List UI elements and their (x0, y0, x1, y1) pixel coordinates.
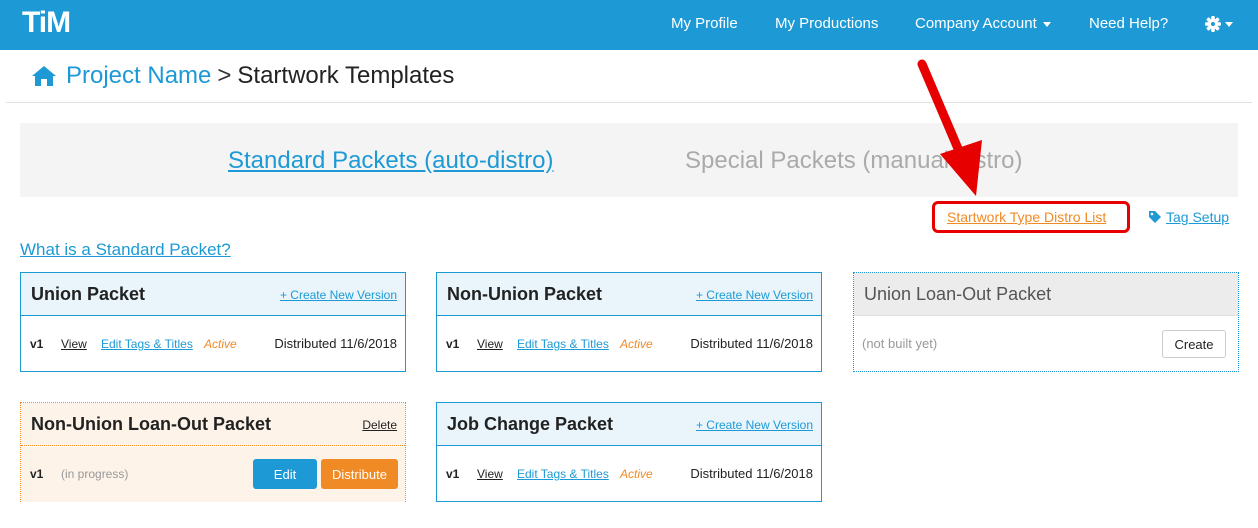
create-new-version-link[interactable]: + Create New Version (696, 288, 813, 302)
chevron-down-icon (1042, 21, 1051, 27)
packet-title: Union Packet (31, 284, 146, 304)
packet-title: Non-Union Loan-Out Packet (31, 414, 271, 434)
edit-button[interactable]: Edit (253, 459, 317, 489)
settings-menu[interactable] (1204, 14, 1234, 39)
packet-card-header: Union Loan-Out Packet (854, 273, 1238, 316)
packet-version-row: v1 (in progress) Edit Distribute (21, 447, 405, 502)
packet-version-row: v1 View Edit Tags & Titles Active Distri… (437, 447, 821, 502)
home-icon[interactable] (30, 64, 58, 88)
version-label: v1 (30, 467, 44, 481)
page-title: Startwork Templates (237, 62, 455, 89)
packet-card-header: Union Packet + Create New Version (21, 273, 405, 316)
header-divider (6, 102, 1252, 103)
status-badge: Active (620, 467, 653, 481)
nav-company-account-label: Company Account (915, 15, 1037, 32)
distributed-date: Distributed 11/6/2018 (274, 336, 397, 351)
distributed-date: Distributed 11/6/2018 (690, 466, 813, 481)
packet-card-union-loanout: Union Loan-Out Packet (not built yet) Cr… (853, 272, 1239, 372)
version-label: v1 (30, 337, 44, 351)
packet-status-text: (not built yet) (862, 336, 938, 351)
gear-icon (1205, 16, 1233, 32)
view-link[interactable]: View (477, 467, 503, 481)
status-badge: Active (620, 337, 653, 351)
packet-version-row: v1 View Edit Tags & Titles Active Distri… (21, 317, 405, 372)
tab-standard-packets[interactable]: Standard Packets (auto-distro) (228, 147, 554, 175)
packet-title: Union Loan-Out Packet (864, 284, 1052, 304)
logo-text: TiM (22, 6, 71, 39)
view-link[interactable]: View (61, 337, 87, 351)
edit-tags-titles-link[interactable]: Edit Tags & Titles (517, 467, 609, 481)
tag-setup-label: Tag Setup (1166, 209, 1230, 225)
packet-card-non-union: Non-Union Packet + Create New Version v1… (436, 272, 822, 372)
top-navbar: TiM My Profile My Productions Company Ac… (0, 0, 1258, 50)
tag-icon (1149, 211, 1161, 223)
packet-tabs: Standard Packets (auto-distro) Special P… (20, 123, 1238, 197)
view-link[interactable]: View (477, 337, 503, 351)
nav-company-account[interactable]: Company Account (915, 15, 1051, 32)
packet-title: Job Change Packet (447, 414, 614, 434)
distributed-date: Distributed 11/6/2018 (690, 336, 813, 351)
packet-card-header: Job Change Packet + Create New Version (437, 403, 821, 446)
annotation-arrow-icon (917, 59, 982, 196)
breadcrumb: Project Name > Startwork Templates (30, 62, 454, 90)
delete-link[interactable]: Delete (362, 418, 397, 432)
packet-card-non-union-loanout: Non-Union Loan-Out Packet Delete v1 (in … (20, 402, 406, 502)
distribute-button[interactable]: Distribute (321, 459, 398, 489)
packet-card-header: Non-Union Packet + Create New Version (437, 273, 821, 316)
nav-my-profile[interactable]: My Profile (671, 15, 738, 32)
edit-tags-titles-link[interactable]: Edit Tags & Titles (517, 337, 609, 351)
tag-setup-link[interactable]: Tag Setup (1148, 209, 1229, 225)
startwork-type-distro-list-link[interactable]: Startwork Type Distro List (947, 209, 1106, 225)
packet-card-union: Union Packet + Create New Version v1 Vie… (20, 272, 406, 372)
breadcrumb-project-link[interactable]: Project Name (66, 62, 211, 90)
packet-card-job-change: Job Change Packet + Create New Version v… (436, 402, 822, 502)
status-badge: Active (204, 337, 237, 351)
create-new-version-link[interactable]: + Create New Version (696, 418, 813, 432)
create-new-version-link[interactable]: + Create New Version (280, 288, 397, 302)
edit-tags-titles-link[interactable]: Edit Tags & Titles (101, 337, 193, 351)
nav-my-productions[interactable]: My Productions (775, 15, 878, 32)
version-label: v1 (446, 467, 460, 481)
nav-need-help[interactable]: Need Help? (1089, 15, 1168, 32)
packet-status-text: (in progress) (61, 467, 129, 481)
packet-version-row: v1 View Edit Tags & Titles Active Distri… (437, 317, 821, 372)
tim-logo[interactable]: TiM (22, 6, 71, 40)
create-button[interactable]: Create (1162, 330, 1226, 358)
packet-card-header: Non-Union Loan-Out Packet Delete (21, 403, 405, 446)
packet-title: Non-Union Packet (447, 284, 603, 304)
version-label: v1 (446, 337, 460, 351)
breadcrumb-separator: > (217, 62, 232, 89)
what-is-standard-packet-link[interactable]: What is a Standard Packet? (20, 240, 231, 260)
packet-version-row: (not built yet) Create (854, 317, 1238, 372)
